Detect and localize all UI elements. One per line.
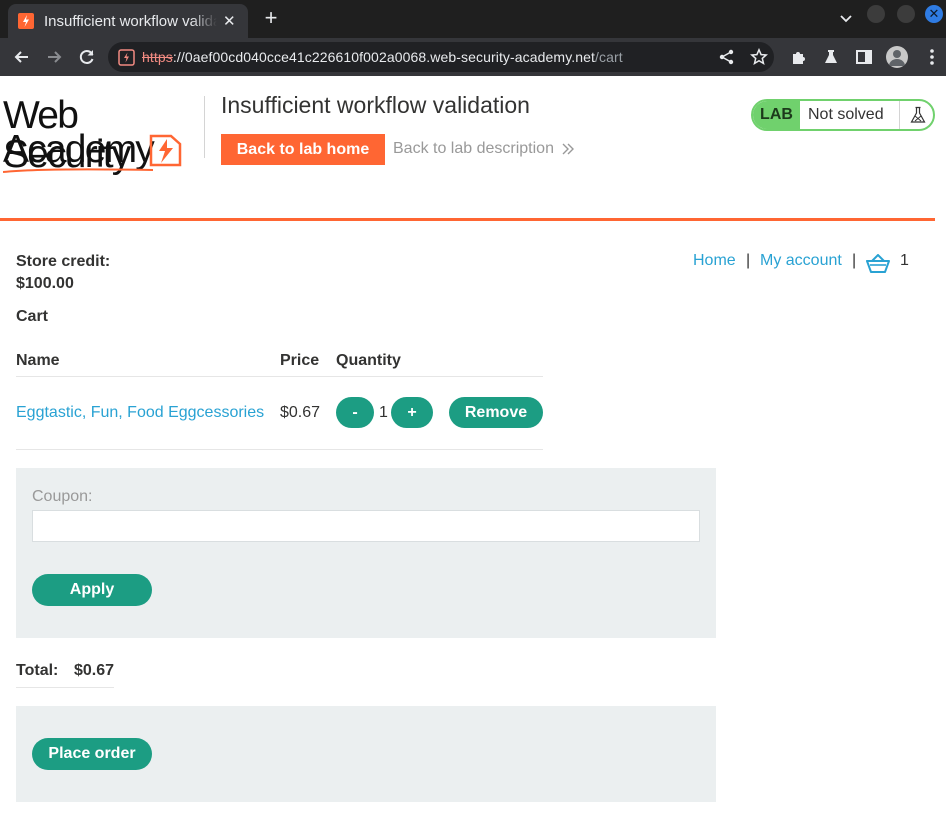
table-header-divider (16, 376, 543, 377)
bookmark-star-icon[interactable] (750, 48, 768, 66)
table-row-divider (16, 449, 543, 450)
window-maximize-button[interactable] (897, 5, 915, 23)
labs-flask-icon[interactable] (821, 47, 841, 67)
new-tab-icon[interactable]: + (259, 7, 283, 31)
address-bar[interactable]: https://0aef00cd040cce41c226610f002a0068… (108, 42, 774, 72)
url-path: /cart (595, 49, 623, 65)
not-secure-warning-icon[interactable] (118, 49, 135, 66)
back-to-lab-description-link[interactable]: Back to lab description (393, 140, 554, 158)
cart-heading: Cart (16, 308, 49, 325)
product-name-link[interactable]: Eggtastic, Fun, Food Eggcessories (16, 404, 264, 422)
window-minimize-button[interactable] (867, 5, 885, 23)
store-credit-label: Store credit: (16, 253, 111, 270)
remove-item-button[interactable]: Remove (449, 397, 543, 428)
column-header-quantity: Quantity (336, 352, 401, 369)
total-label: Total: (16, 662, 59, 679)
url-host: 0aef00cd040cce41c226610f002a0068.web-sec… (184, 49, 596, 65)
lab-status-text: Not solved (808, 106, 884, 123)
my-account-link[interactable]: My account (760, 252, 842, 270)
coupon-label: Coupon: (32, 488, 93, 505)
url-scheme: https (142, 49, 173, 65)
place-order-form: Place order (16, 706, 716, 802)
profile-person-icon (889, 50, 905, 66)
url-text: https://0aef00cd040cce41c226610f002a0068… (142, 49, 623, 65)
web-security-academy-logo[interactable]: Web Security Academy (3, 96, 203, 174)
home-link[interactable]: Home (693, 252, 736, 270)
coupon-form: Coupon: Apply (16, 468, 716, 638)
profile-avatar[interactable] (886, 46, 908, 68)
browser-tab-bar: Insufficient workflow validation ✕ + ✕ (0, 0, 946, 38)
lab-flask-box (899, 101, 933, 129)
reload-icon[interactable] (77, 47, 97, 67)
quantity-increment-button[interactable]: + (391, 397, 433, 428)
header-divider (0, 218, 935, 221)
share-icon[interactable] (718, 48, 736, 66)
side-panel-icon[interactable] (854, 47, 874, 67)
flask-icon (910, 106, 926, 123)
lab-title: Insufficient workflow validation (221, 92, 530, 118)
quantity-value: 1 (379, 404, 388, 421)
double-chevron-right-icon (562, 143, 574, 155)
back-arrow-icon[interactable] (12, 47, 32, 67)
total-value: $0.67 (74, 662, 115, 679)
cart-item-count[interactable]: 1 (900, 252, 909, 270)
browser-menu-kebab-icon[interactable] (922, 47, 942, 67)
tab-search-chevron-down-icon[interactable] (838, 10, 854, 26)
total-divider (16, 687, 114, 688)
lab-status-widget: LAB Not solved (751, 99, 935, 131)
nav-separator: | (852, 252, 857, 269)
logo-text-line2: Academy (3, 128, 155, 171)
logo-underline-swoosh (3, 168, 153, 173)
column-header-name: Name (16, 352, 60, 369)
coupon-input[interactable] (32, 510, 700, 542)
nav-separator: | (746, 252, 751, 269)
academy-logo-bolt-icon (149, 134, 182, 167)
place-order-button[interactable]: Place order (32, 738, 152, 770)
tab-title: Insufficient workflow validation (44, 12, 217, 30)
shopping-basket-icon[interactable] (866, 254, 890, 274)
store-credit-value: $100.00 (16, 275, 74, 292)
logo-divider (204, 96, 205, 158)
lab-badge: LAB (753, 101, 800, 129)
browser-tab[interactable]: Insufficient workflow validation ✕ (8, 4, 248, 38)
forward-arrow-icon[interactable] (44, 47, 64, 67)
window-close-button[interactable]: ✕ (925, 5, 943, 23)
portswigger-favicon-icon (18, 13, 34, 29)
lab-header: Web Security Academy Insufficient workfl… (0, 76, 946, 222)
url-scheme-separator: :// (172, 49, 185, 65)
back-to-lab-home-button[interactable]: Back to lab home (221, 134, 385, 165)
column-header-price: Price (280, 352, 320, 369)
extensions-puzzle-icon[interactable] (789, 47, 809, 67)
product-price: $0.67 (280, 404, 321, 421)
apply-coupon-button[interactable]: Apply (32, 574, 152, 606)
quantity-decrement-button[interactable]: - (336, 397, 374, 428)
tab-close-icon[interactable]: ✕ (221, 12, 238, 30)
browser-toolbar: https://0aef00cd040cce41c226610f002a0068… (0, 38, 946, 76)
